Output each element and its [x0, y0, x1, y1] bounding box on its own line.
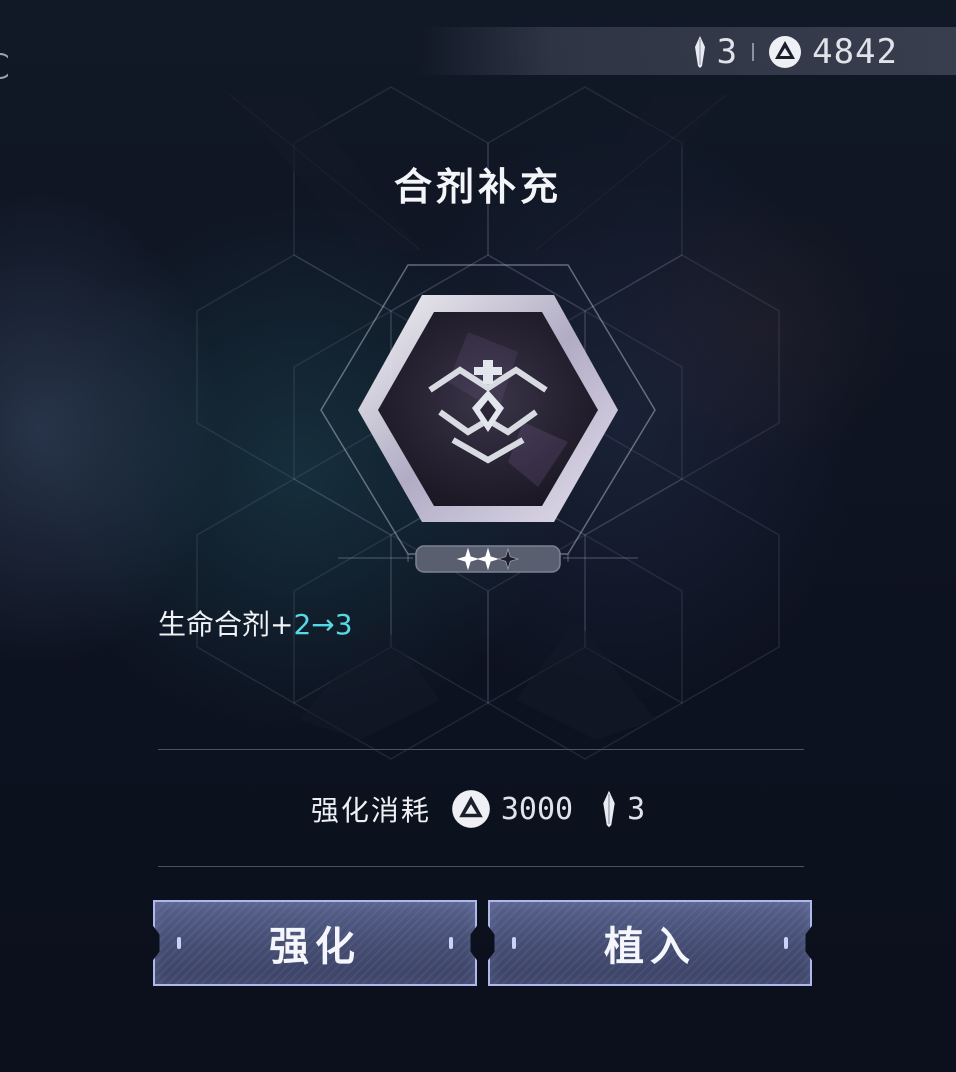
divider-top — [158, 749, 804, 750]
page-title: 合剂补充 — [393, 165, 562, 209]
button-notch — [784, 937, 788, 949]
gem-icon — [694, 36, 705, 68]
coin-icon — [769, 36, 802, 68]
gem-icon — [603, 790, 615, 828]
button-notch — [177, 937, 181, 949]
cost-gem-amount: 3 — [627, 791, 646, 827]
divider-bottom — [158, 866, 804, 867]
currency-display: 3 4842 — [693, 30, 898, 74]
effect-change: 2→3 — [293, 608, 353, 641]
cost-label: 强化消耗 — [310, 794, 431, 827]
gem-count: 3 — [716, 32, 739, 72]
enhance-cost-row: 强化消耗 3000 3 — [0, 786, 956, 832]
coin-icon — [452, 790, 490, 828]
currency-separator — [752, 43, 755, 61]
implant-button-label: 植入 — [604, 924, 696, 970]
cost-coin-amount: 3000 — [500, 791, 574, 827]
effect-label: 生命合剂+ — [158, 608, 294, 641]
enhance-button[interactable]: 强化 — [153, 900, 477, 986]
enhance-button-label: 强化 — [269, 924, 361, 970]
edge-partial-icon[interactable] — [0, 52, 8, 82]
button-notch — [512, 937, 516, 949]
button-notch — [449, 937, 453, 949]
effect-description: 生命合剂+2→3 — [158, 603, 353, 643]
item-emblem — [320, 264, 656, 573]
coin-count: 4842 — [812, 32, 898, 72]
implant-button[interactable]: 植入 — [488, 900, 812, 986]
